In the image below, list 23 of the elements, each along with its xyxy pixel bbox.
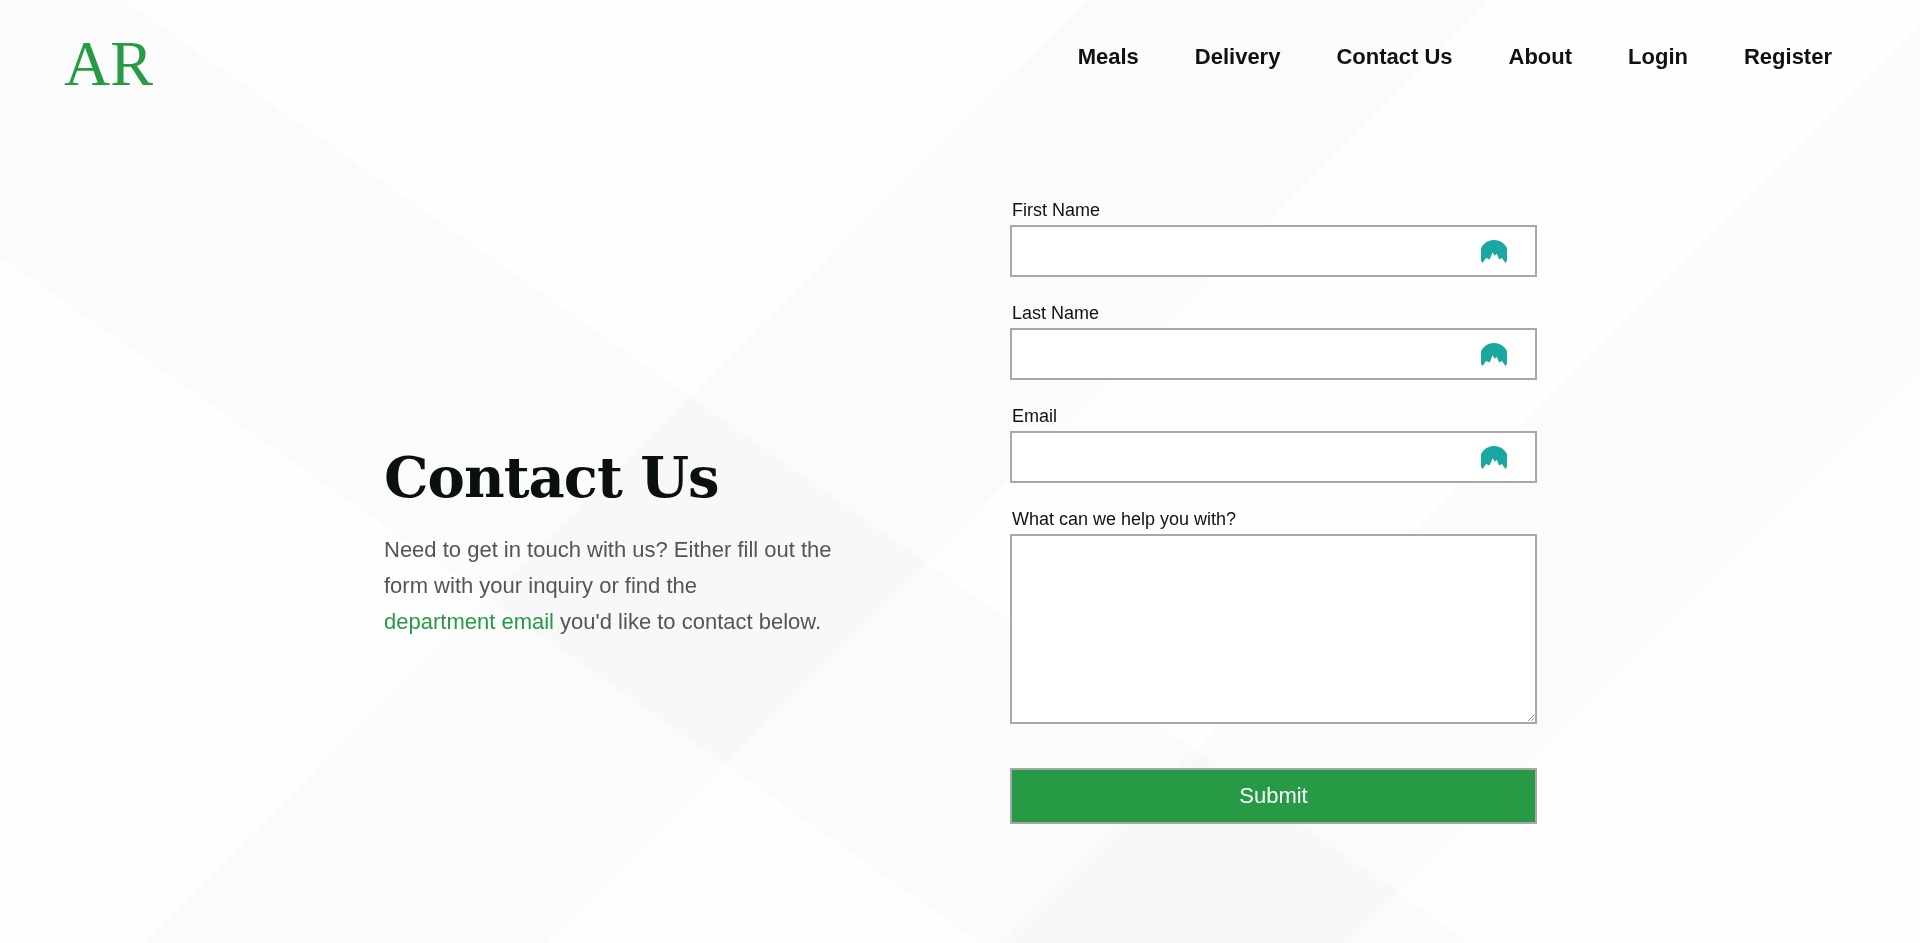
nav-link[interactable]: Meals bbox=[1077, 44, 1139, 70]
page-title: Contact Us bbox=[384, 444, 720, 510]
input-field[interactable] bbox=[1010, 225, 1537, 277]
department-email-link[interactable]: department email bbox=[384, 609, 554, 634]
nav-link[interactable]: Delivery bbox=[1194, 44, 1281, 70]
dome-icon bbox=[1481, 239, 1507, 263]
intro-paragraph: Need to get in touch with us? Either fill out the form with your inquiry or find the department email you'd like to contact below. bbox=[384, 536, 833, 636]
field-label: Email bbox=[1011, 406, 1058, 427]
nav-link[interactable]: Register bbox=[1743, 44, 1832, 70]
logo[interactable]: AR bbox=[64, 32, 153, 96]
resize-grip-icon[interactable] bbox=[1525, 712, 1535, 722]
input-field[interactable] bbox=[1010, 328, 1537, 380]
message-field[interactable] bbox=[1010, 534, 1537, 724]
nav-link[interactable]: Login bbox=[1628, 44, 1688, 70]
submit-button[interactable]: Submit bbox=[1010, 768, 1537, 824]
nav-link[interactable]: About bbox=[1508, 44, 1573, 70]
dome-icon bbox=[1481, 445, 1507, 469]
field-label: Last Name bbox=[1011, 303, 1101, 324]
nav-link[interactable]: Contact Us bbox=[1336, 44, 1453, 70]
field-label: First Name bbox=[1011, 200, 1101, 221]
field-label: What can we help you with? bbox=[1011, 509, 1238, 530]
dome-icon bbox=[1481, 342, 1507, 366]
input-field[interactable] bbox=[1010, 431, 1537, 483]
